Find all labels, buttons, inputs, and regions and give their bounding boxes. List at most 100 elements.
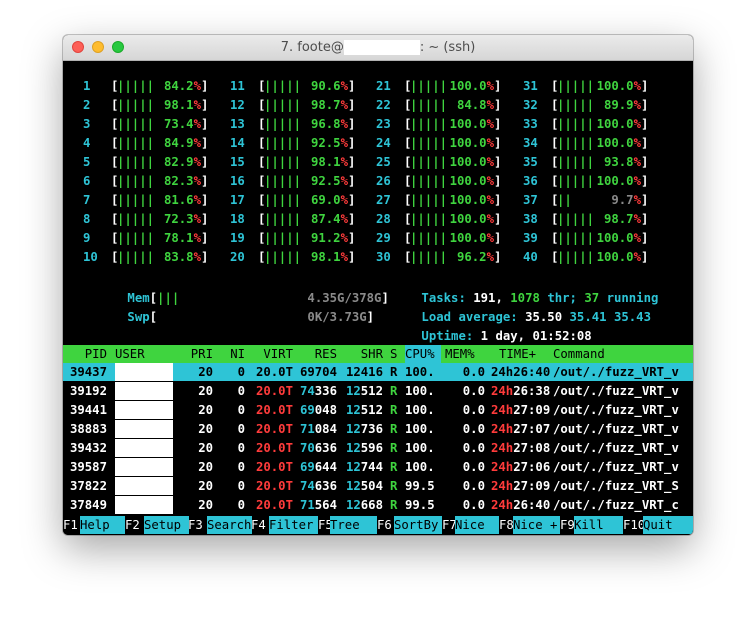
cpu-cell: 100. — [405, 441, 435, 455]
cpu-meter-30: 30[|||||| 96.2%] — [376, 248, 521, 267]
cpu-percent: 92.5% — [264, 172, 348, 191]
table-row[interactable]: 39441 20 0 20.0T 69048 12512 R 100. 0.0 24h27:09/… — [63, 401, 693, 419]
cpu-percent-value: 84.8 — [456, 98, 487, 112]
pid-cell: 39587 — [69, 460, 107, 474]
table-row[interactable]: 37822 20 0 20.0T 74636 12504 R 99.5 0.0 24h27:09/… — [63, 477, 693, 495]
cpu-percent-value: 81.6 — [163, 193, 194, 207]
cpu-number: 11 — [230, 79, 245, 93]
uptime-line: Uptime: 1 day, 01:52:08 — [377, 308, 591, 343]
process-table-header: PID USER PRI NI VIRT RES SHR S CPU% MEM%… — [63, 345, 693, 363]
cpu-bracket-right: ] — [348, 231, 356, 245]
pid-cell: 37849 — [69, 498, 107, 512]
percent-sign: % — [486, 98, 494, 112]
table-row[interactable]: 38883 20 0 20.0T 71084 12736 R 100. 0.0 24h27:07/… — [63, 420, 693, 438]
cpu-number: 29 — [376, 231, 391, 245]
cpu-bracket-right: ] — [348, 193, 356, 207]
cpu-meter-11: 11[|||||| 90.6%] — [230, 77, 375, 96]
percent-sign: % — [340, 212, 348, 226]
table-row[interactable]: 39432 20 0 20.0T 70636 12596 R 100. 0.0 24h27:08/… — [63, 439, 693, 457]
function-key-label-nice[interactable]: Nice - — [455, 516, 499, 534]
function-key-label-quit[interactable]: Quit — [643, 516, 693, 534]
state-cell: R — [390, 422, 398, 436]
cpu-meter-19: 19[|||||| 91.2%] — [230, 229, 375, 248]
shr-cell: 12744 — [345, 460, 383, 474]
virt-cell: 20.0T — [255, 422, 293, 436]
cpu-bracket-right: ] — [348, 212, 356, 226]
function-key-label-search[interactable]: Search — [207, 516, 252, 534]
cpu-percent-value: 100.0 — [596, 79, 634, 93]
cpu-bracket-right: ] — [201, 174, 209, 188]
cpu-bracket-right: ] — [201, 250, 209, 264]
function-key-f8[interactable]: F8 — [499, 516, 514, 534]
table-row[interactable]: 37849 20 0 20.0T 71564 12668 R 99.5 0.0 24h26:40/… — [63, 496, 693, 514]
cpu-bracket-right: ] — [494, 231, 502, 245]
col-res[interactable]: RES — [295, 345, 337, 363]
cpu-percent: 100.0% — [557, 229, 641, 248]
col-cpu-sorted[interactable]: CPU% — [405, 345, 441, 363]
function-key-f1[interactable]: F1 — [63, 516, 78, 534]
cpu-meter-33: 33[||||| 100.0%] — [523, 115, 668, 134]
function-key-label-kill[interactable]: Kill — [574, 516, 623, 534]
col-mem[interactable]: MEM% — [445, 345, 475, 363]
function-key-label-tree[interactable]: Tree — [330, 516, 377, 534]
cpu-percent-value: 69.0 — [310, 193, 341, 207]
function-key-label-sortby[interactable]: SortBy — [394, 516, 442, 534]
percent-sign: % — [340, 174, 348, 188]
col-ni[interactable]: NI — [221, 345, 245, 363]
table-row[interactable]: 39587 20 0 20.0T 69644 12744 R 100. 0.0 24h27:06/… — [63, 458, 693, 476]
cpu-meter-23: 23[||||| 100.0%] — [376, 115, 521, 134]
function-key-label-filter[interactable]: Filter — [269, 516, 318, 534]
cpu-bracket-right: ] — [201, 98, 209, 112]
col-state[interactable]: S — [390, 345, 397, 363]
percent-sign: % — [340, 250, 348, 264]
function-key-f10[interactable]: F10 — [623, 516, 645, 534]
cpu-percent: 98.1% — [264, 153, 348, 172]
mem-bar-used: ||| — [157, 291, 180, 305]
col-pid[interactable]: PID — [63, 345, 107, 363]
function-key-f6[interactable]: F6 — [377, 516, 392, 534]
redacted-user — [115, 363, 173, 381]
percent-sign: % — [193, 193, 201, 207]
table-row[interactable]: 39192 20 0 20.0T 74336 12512 R 100. 0.0 24h26:38/… — [63, 382, 693, 400]
function-key-label-setup[interactable]: Setup — [144, 516, 189, 534]
col-shr[interactable]: SHR — [339, 345, 383, 363]
cpu-percent: 84.2% — [117, 77, 201, 96]
function-key-label-help[interactable]: Help — [80, 516, 125, 534]
cpu-bracket-right: ] — [641, 79, 649, 93]
percent-sign: % — [633, 136, 641, 150]
col-time[interactable]: TIME+ — [499, 345, 536, 363]
col-command[interactable]: Command — [553, 345, 605, 363]
col-virt[interactable]: VIRT — [251, 345, 293, 363]
cpu-percent-value: 72.3 — [163, 212, 194, 226]
cpu-bracket-right: ] — [494, 250, 502, 264]
function-key-bar: F1 Help F2 Setup F3 Search F4 Filter F5 Tree F6 Sor… — [63, 516, 693, 534]
cpu-percent: 82.3% — [117, 172, 201, 191]
redacted-user — [115, 496, 173, 514]
percent-sign: % — [633, 212, 641, 226]
function-key-f3[interactable]: F3 — [188, 516, 203, 534]
virt-cell: 20.0T — [255, 365, 293, 379]
cpu-percent: 100.0% — [557, 248, 641, 267]
cpu-meter-39: 39[||||| 100.0%] — [523, 229, 668, 248]
function-key-f9[interactable]: F9 — [560, 516, 575, 534]
cpu-percent: 93.8% — [557, 153, 641, 172]
function-key-f2[interactable]: F2 — [125, 516, 140, 534]
cpu-percent-value: 100.0 — [596, 250, 634, 264]
state-cell: R — [390, 384, 398, 398]
cpu-percent: 81.6% — [117, 191, 201, 210]
cpu-percent: 90.6% — [264, 77, 348, 96]
percent-sign: % — [193, 155, 201, 169]
col-user[interactable]: USER — [115, 345, 145, 363]
col-pri[interactable]: PRI — [181, 345, 213, 363]
cpu-bracket-right: ] — [201, 79, 209, 93]
function-key-f4[interactable]: F4 — [251, 516, 266, 534]
cpu-meter-6: 6[|||||| 82.3%] — [83, 172, 228, 191]
cpu-percent: 73.4% — [117, 115, 201, 134]
cpu-number: 40 — [523, 250, 538, 264]
cpu-bracket-right: ] — [494, 155, 502, 169]
percent-sign: % — [340, 98, 348, 112]
cpu-percent-value: 100.0 — [449, 193, 487, 207]
function-key-label-nice[interactable]: Nice + — [513, 516, 560, 534]
time-cell: 24h27:06 — [491, 460, 551, 474]
table-row[interactable]: 39437 20 0 20.0T 69704 12416 R 100. 0.0 24h26:40/… — [63, 363, 693, 381]
